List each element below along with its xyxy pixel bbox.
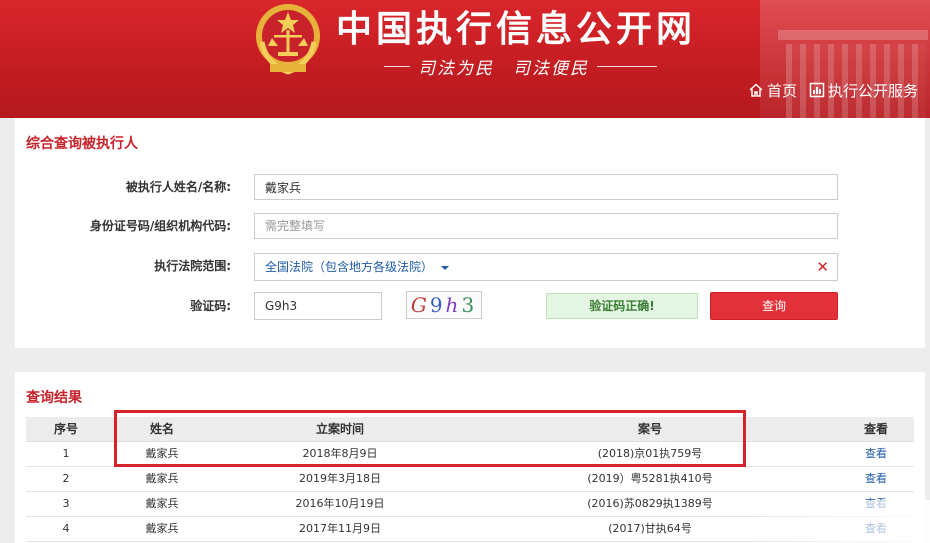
table-header-row: 序号 姓名 立案时间 案号 查看	[26, 417, 914, 442]
row-date: 2016年10月19日	[295, 497, 385, 510]
view-cell: 查看	[838, 492, 914, 516]
nav-service-label: 执行公开服务	[827, 81, 918, 100]
nav-home-link[interactable]: 首页	[748, 80, 797, 101]
captcha-char: h	[445, 293, 462, 317]
table-row: 1 戴家兵 2018年8月9日 (2018)京01执759号 查看	[26, 442, 914, 467]
court-emblem-icon	[256, 4, 320, 75]
row-case-number: (2017)甘执64号	[608, 522, 692, 535]
search-panel: 综合查询被执行人 被执行人姓名/名称: 身份证号码/组织机构代码: 执行法院范围…	[15, 118, 925, 348]
search-button[interactable]: 查询	[710, 292, 838, 320]
row-number: 2	[62, 472, 70, 485]
results-panel: 查询结果 序号 姓名 立案时间 案号 查看 1 戴家兵 2018年8月9日 (2…	[15, 372, 925, 543]
name-label: 被执行人姓名/名称:	[125, 180, 231, 194]
captcha-char: G	[410, 293, 430, 317]
chart-icon	[809, 82, 825, 98]
column-header-name: 姓名	[149, 422, 174, 436]
name-input[interactable]	[254, 174, 838, 200]
table-row: 3 戴家兵 2016年10月19日 (2016)苏0829执1389号 查看	[26, 492, 914, 517]
results-title: 查询结果	[26, 390, 82, 406]
column-header-no: 序号	[53, 422, 78, 436]
row-number: 3	[62, 497, 70, 510]
row-date: 2017年11月9日	[299, 522, 381, 535]
home-icon	[749, 83, 763, 97]
court-range-value: 全国法院（包含地方各级法院）	[265, 260, 434, 274]
view-cell: 查看	[838, 442, 914, 466]
clear-icon[interactable]: ✕	[816, 254, 829, 280]
captcha-label: 验证码:	[190, 299, 231, 313]
nav-service-link[interactable]: 执行公开服务	[809, 80, 918, 101]
captcha-char: 3	[461, 293, 478, 317]
row-case-number: (2016)苏0829执1389号	[587, 497, 713, 510]
row-name: 戴家兵	[145, 497, 179, 510]
view-link[interactable]: 查看	[865, 497, 887, 510]
court-range-select[interactable]: 全国法院（包含地方各级法院） ✕	[254, 253, 838, 281]
view-cell: 查看	[838, 467, 914, 491]
search-panel-title: 综合查询被执行人	[26, 136, 138, 152]
table-row: 4 戴家兵 2017年11月9日 (2017)甘执64号 查看	[26, 517, 914, 542]
column-header-date: 立案时间	[315, 422, 364, 436]
row-name: 戴家兵	[145, 522, 179, 535]
row-name: 戴家兵	[145, 447, 179, 460]
captcha-image[interactable]: G9h3	[406, 291, 482, 319]
site-slogan: 司法为民 司法便民	[418, 58, 589, 79]
row-name: 戴家兵	[145, 472, 179, 485]
nav-home-label: 首页	[766, 81, 797, 100]
site-title: 中国执行信息公开网	[336, 9, 697, 50]
top-nav: 首页 执行公开服务	[736, 79, 918, 101]
captcha-input[interactable]	[254, 292, 382, 320]
view-cell: 查看	[838, 517, 914, 541]
results-table: 序号 姓名 立案时间 案号 查看 1 戴家兵 2018年8月9日 (2018)京…	[26, 417, 914, 542]
row-case-number: (2018)京01执759号	[597, 447, 703, 460]
row-date: 2018年8月9日	[302, 447, 378, 460]
captcha-char: 9	[429, 293, 446, 317]
slogan-line-right	[597, 65, 657, 67]
column-header-case: 案号	[637, 422, 662, 436]
chevron-down-icon	[441, 265, 450, 270]
id-label: 身份证号码/组织机构代码:	[89, 219, 231, 233]
row-number: 1	[62, 447, 70, 460]
slogan-line-left	[384, 65, 410, 67]
row-case-number: (2019）粤5281执410号	[587, 472, 713, 485]
slogan-row: 司法为民 司法便民	[384, 54, 684, 79]
view-link[interactable]: 查看	[865, 522, 887, 535]
row-date: 2019年3月18日	[299, 472, 381, 485]
view-link[interactable]: 查看	[865, 472, 887, 485]
site-header: 中国执行信息公开网 司法为民 司法便民 首页 执行公开服务	[0, 0, 930, 118]
table-row: 2 戴家兵 2019年3月18日 (2019）粤5281执410号 查看	[26, 467, 914, 492]
view-link[interactable]: 查看	[865, 447, 887, 460]
court-label: 执行法院范围:	[154, 259, 231, 273]
column-header-view: 查看	[863, 422, 888, 436]
row-number: 4	[62, 522, 70, 535]
captcha-success-message: 验证码正确!	[546, 293, 698, 319]
id-number-input[interactable]	[254, 213, 838, 239]
